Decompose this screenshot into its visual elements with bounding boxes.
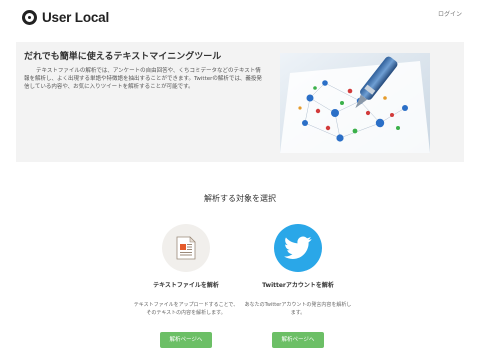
logo-mark-icon <box>22 9 37 25</box>
logo-text: User Local <box>42 9 110 25</box>
hero-title: だれでも簡単に使えるテキストマイニングツール <box>24 52 222 62</box>
user-local-logo[interactable]: User Local <box>22 8 109 26</box>
twitter-analysis-card: Twitterアカウントを解析 あなたのTwitterアカウントの発言内容を解析… <box>238 224 358 348</box>
twitter-analysis-button[interactable]: 解析ページへ <box>272 332 324 348</box>
hero-banner: だれでも簡単に使えるテキストマイニングツール テキストファイルの解析では、アンケ… <box>16 42 464 162</box>
document-icon <box>162 224 210 272</box>
section-title: 解析する対象を選択 <box>204 194 276 203</box>
twitter-card-title: Twitterアカウントを解析 <box>262 282 334 289</box>
hero-network-graph-image <box>280 53 430 153</box>
site-header: User Local ログイン <box>0 0 480 34</box>
twitter-bird-icon <box>274 224 322 272</box>
text-file-analysis-button[interactable]: 解析ページへ <box>160 332 212 348</box>
login-link[interactable]: ログイン <box>438 9 462 18</box>
hero-description: テキストファイルの解析では、アンケートの自由回答や、くちコミデータなどのテキスト… <box>24 68 262 91</box>
text-file-card-description: テキストファイルをアップロードすることで、そのテキストの内容を解析します。 <box>133 302 239 316</box>
twitter-card-description: あなたのTwitterアカウントの発言内容を解析します。 <box>244 302 352 316</box>
text-file-analysis-card: テキストファイルを解析 テキストファイルをアップロードすることで、そのテキストの… <box>126 224 246 348</box>
text-file-card-title: テキストファイルを解析 <box>153 282 219 289</box>
